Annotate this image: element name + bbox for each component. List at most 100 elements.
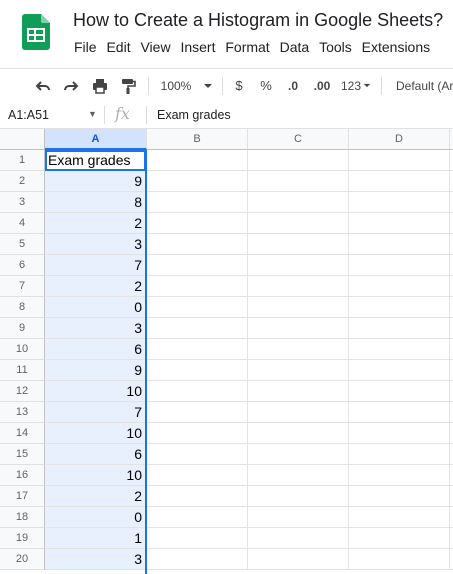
cell-d[interactable] [349,213,450,234]
column-header-d[interactable]: D [349,129,450,150]
row-header[interactable]: 19 [0,528,45,549]
cell-c[interactable] [248,255,349,276]
cell-a[interactable]: 3 [45,234,146,255]
name-box-caret-icon[interactable]: ▼ [88,109,97,119]
font-select[interactable]: Default (Ar [396,69,453,102]
decrease-decimal-button[interactable]: .0 [282,69,304,102]
cell-a[interactable]: 8 [45,192,146,213]
cell-b[interactable] [147,360,248,381]
cell-c[interactable] [248,276,349,297]
cell-d[interactable] [349,360,450,381]
row-header[interactable]: 12 [0,381,45,402]
menu-edit[interactable]: Edit [103,39,133,55]
zoom-select[interactable]: 100% [158,69,216,102]
cell-d[interactable] [349,423,450,444]
cell-b[interactable] [147,255,248,276]
cell-a1-header[interactable]: Exam grades [45,150,146,171]
row-header[interactable]: 13 [0,402,45,423]
cell-b[interactable] [147,192,248,213]
cell-a[interactable]: 0 [45,297,146,318]
cell-d[interactable] [349,318,450,339]
cell-c[interactable] [248,297,349,318]
formula-input[interactable]: Exam grades [157,108,231,122]
cell-b[interactable] [147,402,248,423]
cell-c[interactable] [248,465,349,486]
cell-c[interactable] [248,444,349,465]
cell-d[interactable] [349,528,450,549]
cell-b[interactable] [147,486,248,507]
menu-view[interactable]: View [137,39,173,55]
cell-b[interactable] [147,318,248,339]
cell-d[interactable] [349,444,450,465]
cell-d[interactable] [349,276,450,297]
cell-c[interactable] [248,528,349,549]
cell-b[interactable] [147,423,248,444]
cell-d[interactable] [349,465,450,486]
row-header[interactable]: 14 [0,423,45,444]
cell-c[interactable] [248,234,349,255]
cell-c[interactable] [248,360,349,381]
cell-d[interactable] [349,255,450,276]
row-header[interactable]: 17 [0,486,45,507]
row-header[interactable]: 6 [0,255,45,276]
cell-b[interactable] [147,213,248,234]
cell-c[interactable] [248,150,349,171]
row-header[interactable]: 5 [0,234,45,255]
menu-tools[interactable]: Tools [316,39,355,55]
cell-c[interactable] [248,171,349,192]
cell-c[interactable] [248,402,349,423]
paint-format-button[interactable] [117,69,139,102]
cell-d[interactable] [349,234,450,255]
row-header[interactable]: 16 [0,465,45,486]
menu-insert[interactable]: Insert [177,39,218,55]
cell-a[interactable]: 10 [45,381,146,402]
cell-b[interactable] [147,465,248,486]
cell-d[interactable] [349,171,450,192]
cell-b[interactable] [147,507,248,528]
row-header[interactable]: 18 [0,507,45,528]
cell-a[interactable]: 9 [45,171,146,192]
cell-c[interactable] [248,507,349,528]
cell-d[interactable] [349,549,450,570]
menu-format[interactable]: Format [222,39,272,55]
cell-a[interactable]: 7 [45,255,146,276]
cell-a[interactable]: 3 [45,318,146,339]
row-header[interactable]: 8 [0,297,45,318]
cell-a[interactable]: 2 [45,486,146,507]
cell-a[interactable]: 6 [45,339,146,360]
undo-button[interactable] [32,69,54,102]
row-header[interactable]: 7 [0,276,45,297]
cell-b[interactable] [147,381,248,402]
cell-c[interactable] [248,192,349,213]
cell-d[interactable] [349,381,450,402]
row-header[interactable]: 3 [0,192,45,213]
increase-decimal-button[interactable]: .00 [309,69,335,102]
row-header[interactable]: 4 [0,213,45,234]
cell-a[interactable]: 7 [45,402,146,423]
cell-b[interactable] [147,339,248,360]
cell-b[interactable] [147,297,248,318]
menu-extensions[interactable]: Extensions [359,39,433,55]
currency-format-button[interactable]: $ [230,69,248,102]
cell-a[interactable]: 2 [45,276,146,297]
row-header[interactable]: 1 [0,150,45,171]
column-header-b[interactable]: B [147,129,248,150]
cell-a[interactable]: 3 [45,549,146,570]
cell-c[interactable] [248,213,349,234]
row-header[interactable]: 10 [0,339,45,360]
cell-a[interactable]: 2 [45,213,146,234]
cell-b[interactable] [147,171,248,192]
cell-b[interactable] [147,234,248,255]
percent-format-button[interactable]: % [257,69,275,102]
cell-c[interactable] [248,423,349,444]
cell-b[interactable] [147,150,248,171]
cell-c[interactable] [248,486,349,507]
more-formats-button[interactable]: 123 [339,69,373,102]
cell-d[interactable] [349,339,450,360]
print-button[interactable] [89,69,111,102]
cell-c[interactable] [248,339,349,360]
row-header[interactable]: 11 [0,360,45,381]
select-all-corner[interactable] [0,129,45,150]
cell-a[interactable]: 6 [45,444,146,465]
cell-b[interactable] [147,444,248,465]
